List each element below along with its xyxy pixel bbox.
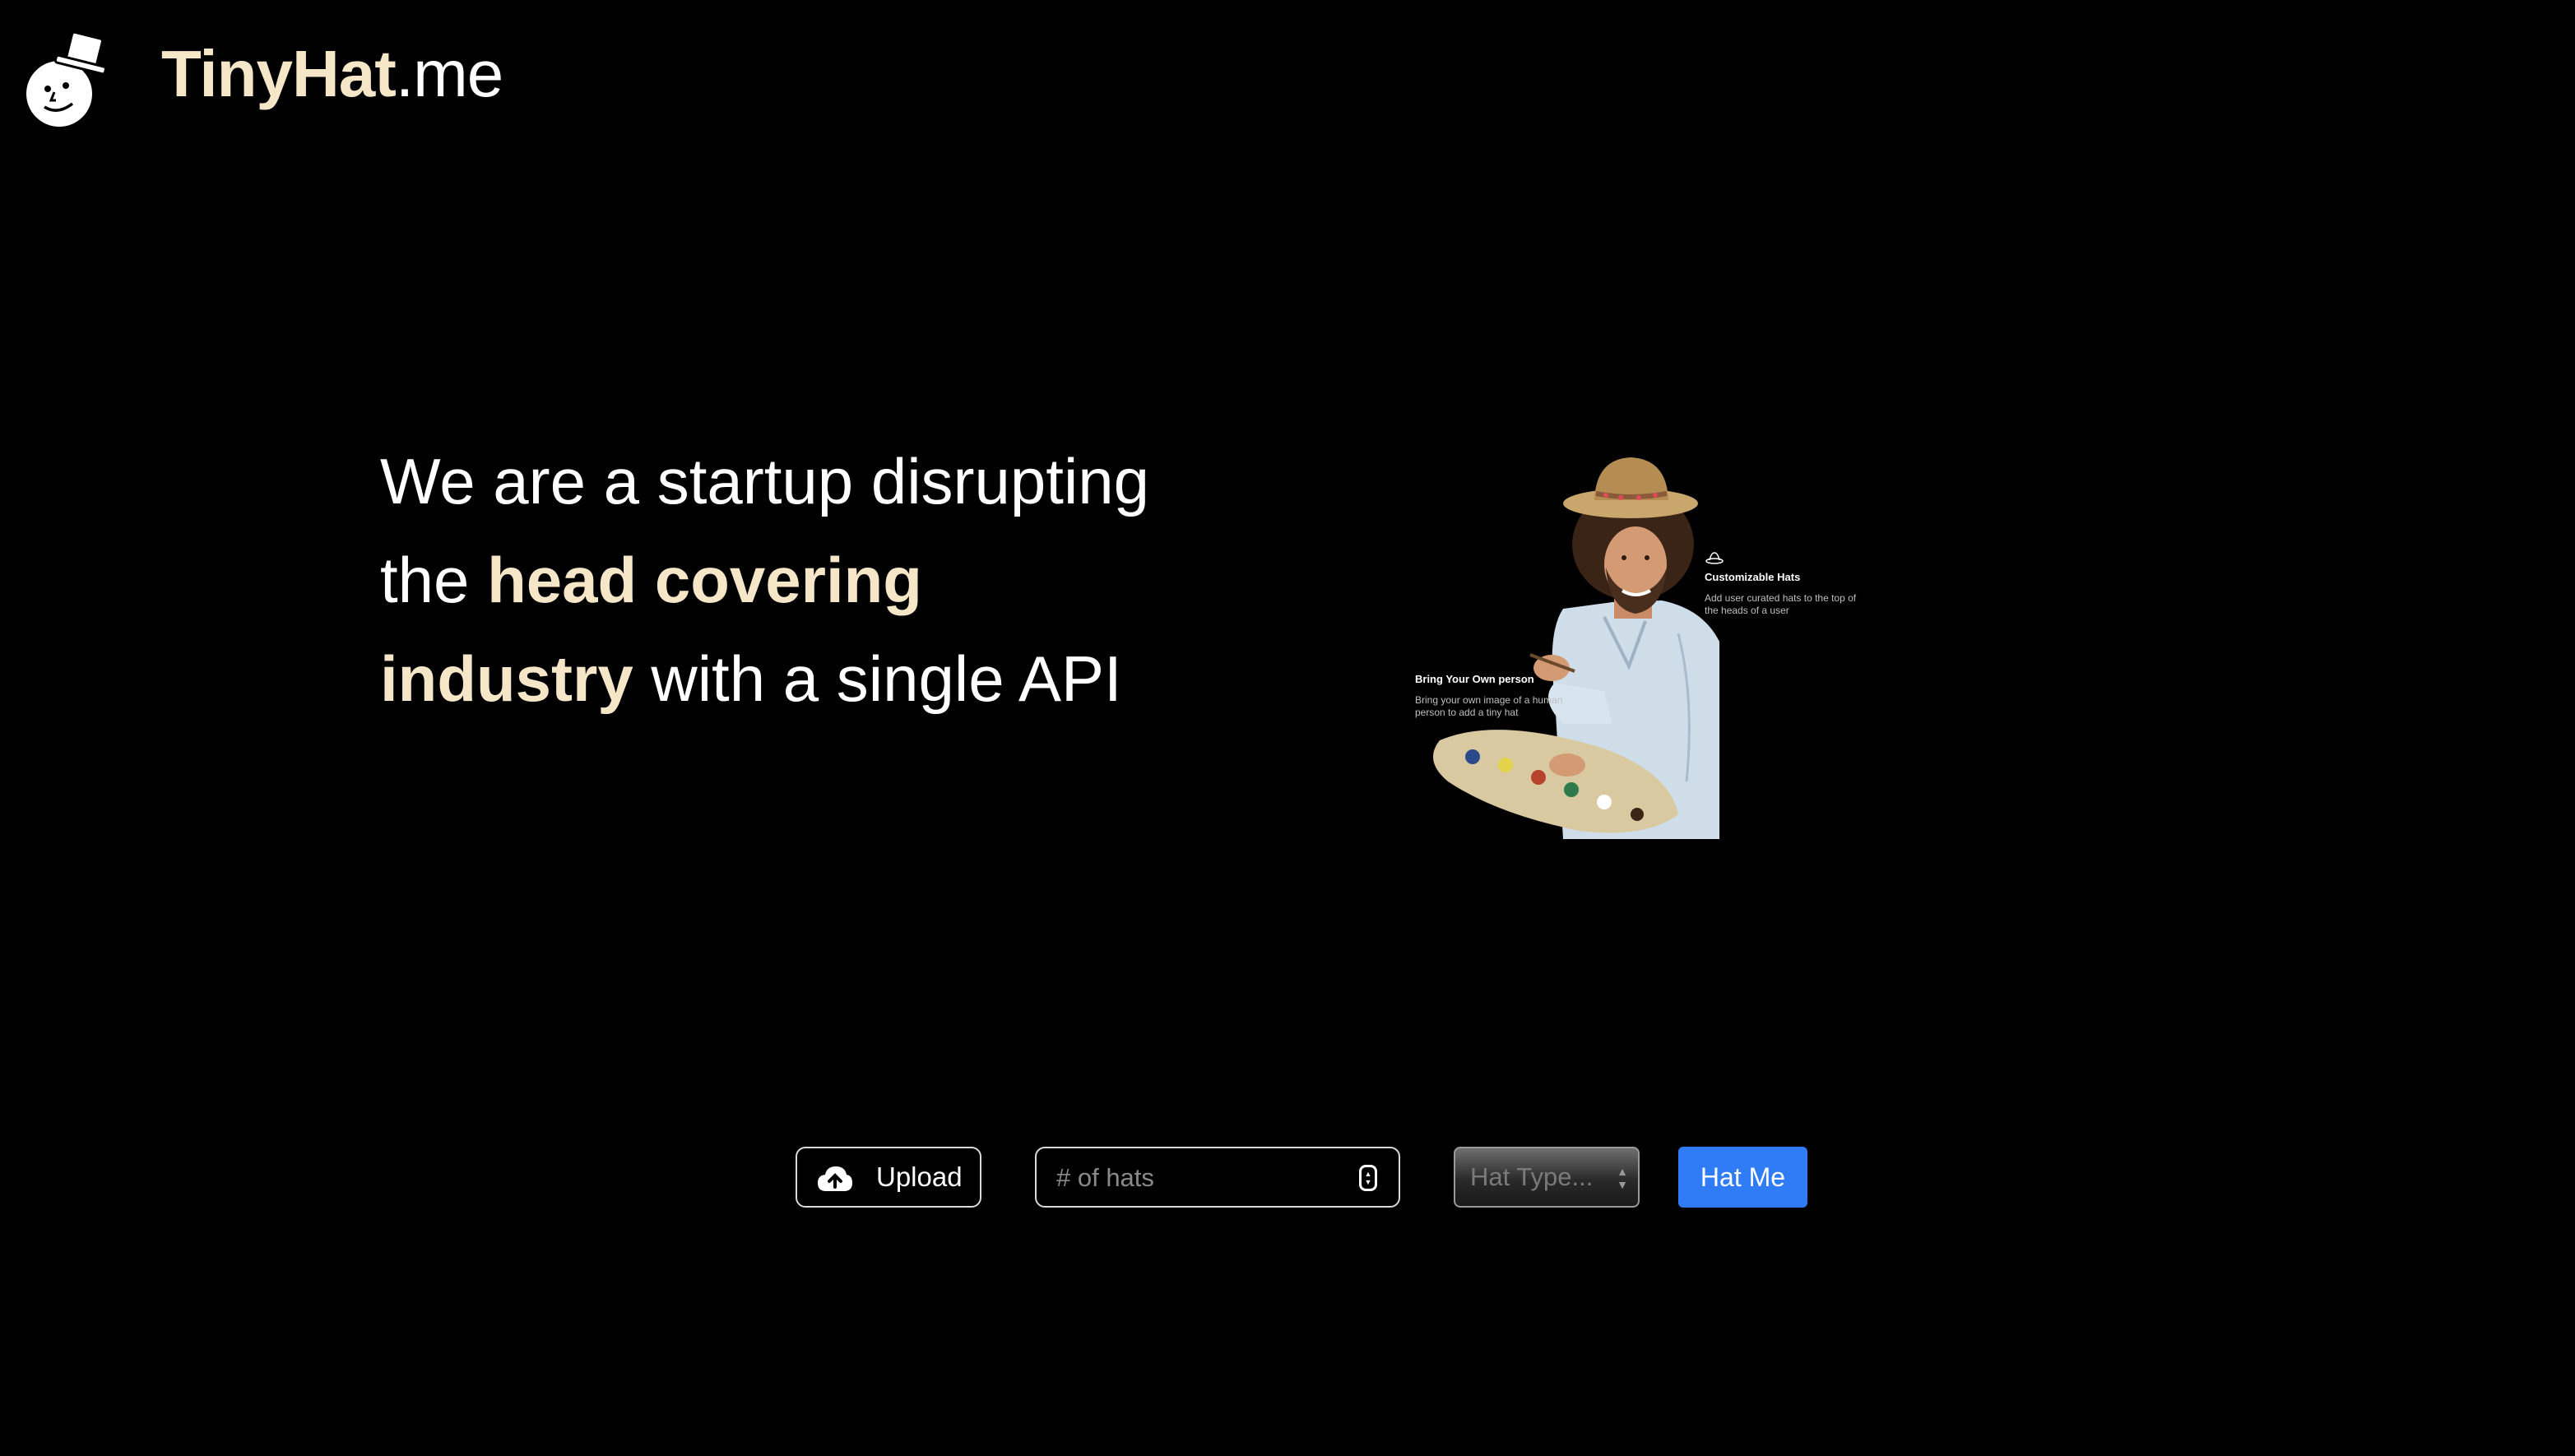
snowman-top-hat-icon[interactable] xyxy=(18,31,110,128)
hats-count-input[interactable] xyxy=(1055,1148,1338,1208)
upload-button[interactable]: Upload xyxy=(796,1147,981,1208)
upload-label: Upload xyxy=(876,1162,963,1192)
feature-customizable-hats: Customizable Hats Add user curated hats … xyxy=(1705,571,1869,617)
hat-form: Upload ▲▼ Hat Type... ▲▼ Hat Me xyxy=(0,1147,2575,1209)
select-arrows-icon: ▲ ▼ xyxy=(1617,1165,1628,1191)
feature-description: Bring your own image of a human person t… xyxy=(1415,694,1563,718)
brand-title[interactable]: TinyHat.me xyxy=(161,35,503,114)
brand-name: TinyHat xyxy=(161,37,397,110)
feature-bring-your-own-person: Bring Your Own person Bring your own ima… xyxy=(1415,673,1563,719)
hero-illustration: Customizable Hats Add user curated hats … xyxy=(1399,452,1859,847)
hero-text-2: with a single API xyxy=(633,642,1122,715)
feature-title: Customizable Hats xyxy=(1705,571,1801,583)
hero-heading: We are a startup disrupting the head cov… xyxy=(380,432,1170,728)
cloud-upload-icon xyxy=(818,1166,852,1191)
hat-icon xyxy=(1705,552,1724,564)
page: TinyHat.me We are a startup disrupting t… xyxy=(0,0,2575,1456)
feature-title: Bring Your Own person xyxy=(1415,673,1534,685)
feature-description: Add user curated hats to the top of the … xyxy=(1705,592,1857,616)
number-stepper-icon[interactable]: ▲ ▼ xyxy=(1359,1165,1377,1191)
brand-tld: .me xyxy=(395,37,503,110)
hat-me-button[interactable]: Hat Me xyxy=(1678,1147,1807,1208)
hats-count-field[interactable]: ▲▼ xyxy=(1035,1147,1400,1208)
painter-with-hat-illustration xyxy=(1433,457,1724,839)
hat-type-selected: Hat Type... xyxy=(1470,1162,1594,1191)
hat-type-select[interactable]: Hat Type... ▲ ▼ xyxy=(1454,1147,1640,1208)
